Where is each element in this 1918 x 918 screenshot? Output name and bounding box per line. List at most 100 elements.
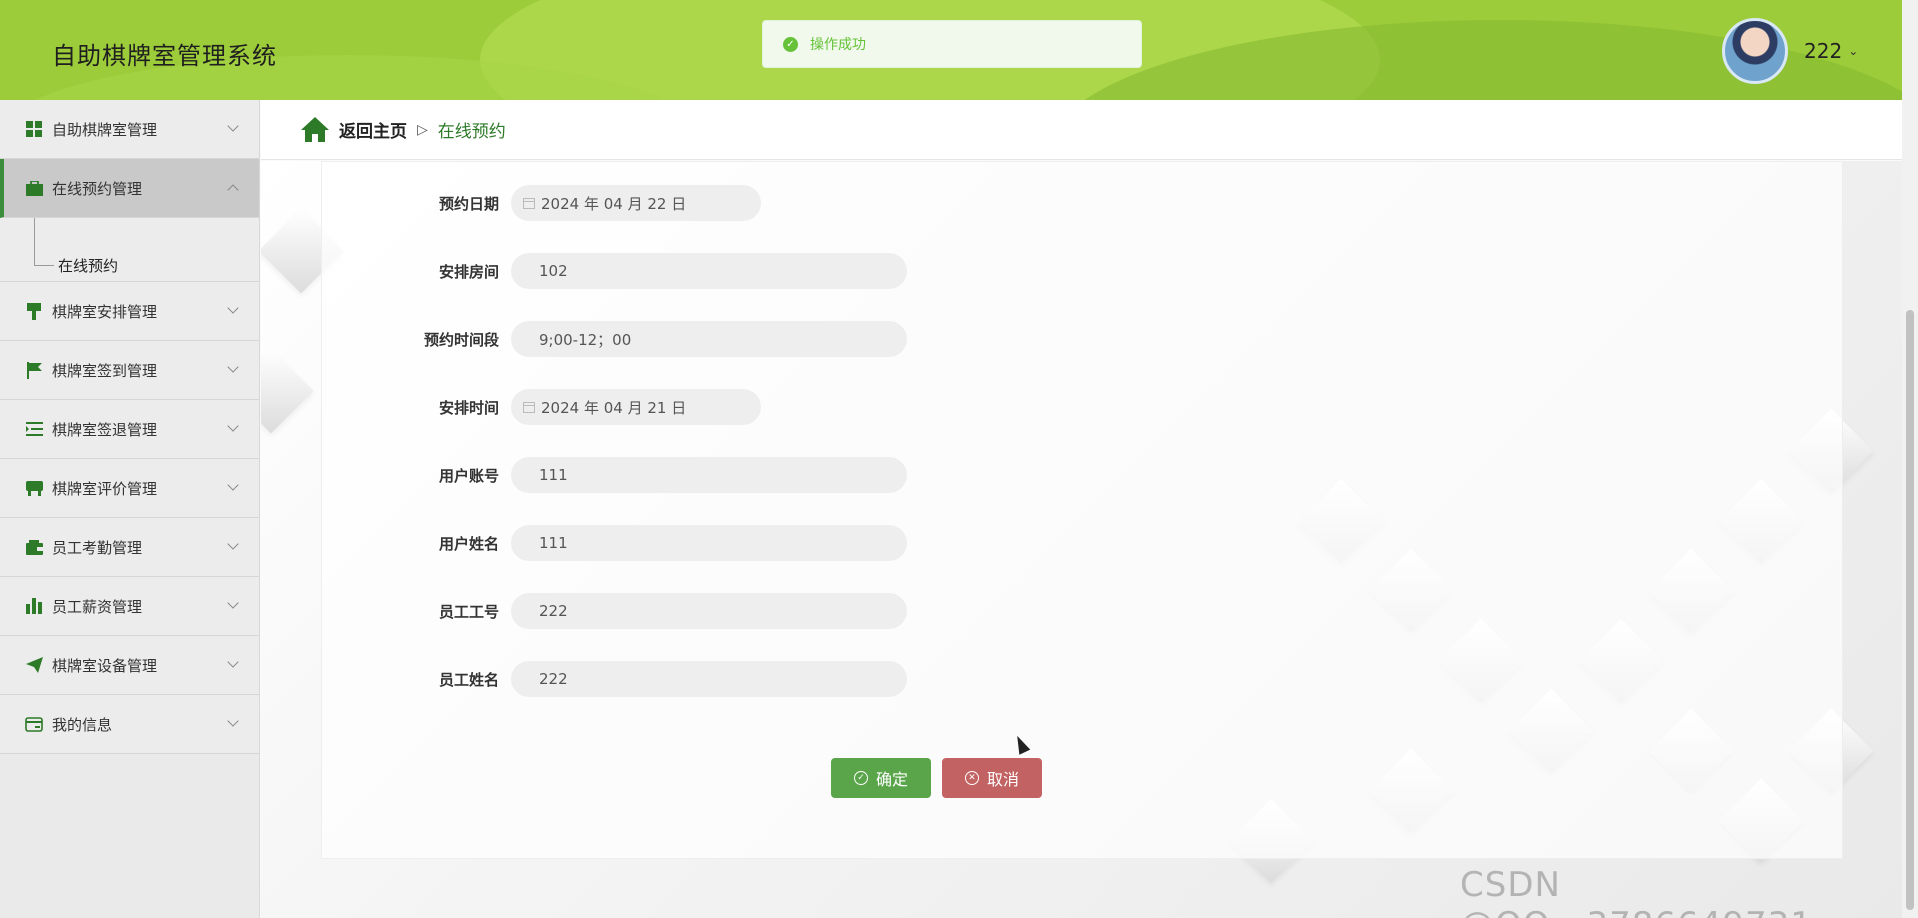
user-account-field[interactable]: 111 bbox=[511, 457, 907, 493]
grid-icon bbox=[24, 120, 44, 138]
send-icon bbox=[24, 656, 44, 674]
sidebar-item-checkout[interactable]: 棋牌室签退管理 bbox=[0, 400, 259, 459]
main-content: 预约日期 2024 年 04 月 22 日 安排房间 102 预约时间段 9;0… bbox=[261, 161, 1902, 918]
check-circle-icon: ✓ bbox=[783, 36, 798, 52]
sidebar-item-label: 员工考勤管理 bbox=[52, 538, 143, 557]
room-field[interactable]: 102 bbox=[511, 253, 907, 289]
tree-line bbox=[34, 218, 35, 266]
field-value: 111 bbox=[539, 534, 568, 552]
chevron-down-icon bbox=[227, 656, 239, 668]
sidebar-item-label: 棋牌室评价管理 bbox=[52, 479, 158, 498]
field-label: 用户账号 bbox=[438, 466, 499, 485]
close-circle-icon: ✕ bbox=[964, 771, 979, 785]
form-row: 用户姓名 111 bbox=[261, 525, 907, 561]
user-name-field[interactable]: 111 bbox=[511, 525, 907, 561]
field-label: 预约时间段 bbox=[423, 330, 499, 349]
chevron-down-icon bbox=[227, 538, 239, 550]
field-label: 安排房间 bbox=[438, 262, 499, 281]
field-label: 员工工号 bbox=[438, 602, 499, 621]
user-menu[interactable]: 222 ⌄ bbox=[1722, 18, 1858, 84]
field-label: 预约日期 bbox=[438, 194, 499, 213]
booking-date-field[interactable]: 2024 年 04 月 22 日 bbox=[511, 185, 761, 221]
chevron-down-icon bbox=[227, 715, 239, 727]
chevron-down-icon bbox=[227, 361, 239, 373]
form-row: 预约时间段 9;00-12；00 bbox=[261, 321, 907, 357]
form-row: 安排房间 102 bbox=[261, 253, 907, 289]
field-label: 安排时间 bbox=[438, 398, 499, 417]
breadcrumb-current: 在线预约 bbox=[437, 122, 506, 142]
card-icon bbox=[24, 715, 44, 733]
form-row: 员工工号 222 bbox=[261, 593, 907, 629]
sidebar-item-equipment[interactable]: 棋牌室设备管理 bbox=[0, 636, 259, 695]
top-header: 自助棋牌室管理系统 ✓ 操作成功 222 ⌄ bbox=[0, 0, 1902, 100]
calendar-icon bbox=[523, 197, 535, 209]
inbox-icon bbox=[24, 479, 44, 497]
breadcrumb-separator: ▷ bbox=[417, 121, 428, 138]
toast-message: 操作成功 bbox=[810, 37, 866, 53]
sidebar-item-checkin[interactable]: 棋牌室签到管理 bbox=[0, 341, 259, 400]
sidebar-item-label: 棋牌室设备管理 bbox=[52, 656, 158, 675]
tree-line bbox=[34, 265, 54, 266]
field-value: 9;00-12；00 bbox=[539, 330, 632, 349]
success-toast: ✓ 操作成功 bbox=[762, 20, 1142, 68]
field-label: 用户姓名 bbox=[438, 534, 499, 553]
watermark: CSDN @QQ__3786649731 bbox=[1460, 865, 1812, 918]
wallet-icon bbox=[24, 538, 44, 556]
flag-icon bbox=[24, 361, 44, 379]
chevron-down-icon bbox=[227, 479, 239, 491]
cancel-button[interactable]: ✕ 取消 bbox=[942, 758, 1042, 798]
sidebar-item-label: 自助棋牌室管理 bbox=[52, 120, 158, 139]
breadcrumb: 返回主页 ▷ 在线预约 bbox=[261, 100, 1902, 160]
sidebar-item-label: 在线预约管理 bbox=[52, 179, 143, 198]
sidebar-item-label: 棋牌室安排管理 bbox=[52, 302, 158, 321]
button-label: 确定 bbox=[875, 770, 908, 789]
field-value: 2024 年 04 月 21 日 bbox=[541, 398, 687, 417]
sidebar-item-review[interactable]: 棋牌室评价管理 bbox=[0, 459, 259, 518]
bar-chart-icon bbox=[24, 597, 44, 615]
sidebar-item-my-info[interactable]: 我的信息 bbox=[0, 695, 259, 754]
calendar-icon bbox=[523, 401, 535, 413]
field-value: 111 bbox=[539, 466, 568, 484]
submenu-online-booking[interactable]: 在线预约 bbox=[0, 218, 259, 282]
staff-id-field[interactable]: 222 bbox=[511, 593, 907, 629]
chevron-up-icon bbox=[227, 184, 239, 196]
home-icon[interactable] bbox=[301, 116, 329, 143]
sidebar-item-booking-management[interactable]: 在线预约管理 bbox=[0, 159, 259, 218]
sidebar-item-arrangement[interactable]: 棋牌室安排管理 bbox=[0, 282, 259, 341]
sidebar-item-label: 我的信息 bbox=[52, 715, 113, 734]
form-row: 用户账号 111 bbox=[261, 457, 907, 493]
brush-icon bbox=[24, 302, 44, 320]
sidebar-item-label: 员工薪资管理 bbox=[52, 597, 143, 616]
breadcrumb-home-link[interactable]: 返回主页 bbox=[339, 117, 407, 142]
username[interactable]: 222 bbox=[1804, 39, 1842, 63]
chevron-down-icon bbox=[227, 120, 239, 132]
sidebar-item-label: 棋牌室签到管理 bbox=[52, 361, 158, 380]
sidebar-item-attendance[interactable]: 员工考勤管理 bbox=[0, 518, 259, 577]
arrange-date-field[interactable]: 2024 年 04 月 21 日 bbox=[511, 389, 761, 425]
staff-name-field[interactable]: 222 bbox=[511, 661, 907, 697]
field-value: 222 bbox=[539, 670, 568, 688]
form-row: 安排时间 2024 年 04 月 21 日 bbox=[261, 389, 761, 425]
chevron-down-icon bbox=[227, 420, 239, 432]
form-row: 预约日期 2024 年 04 月 22 日 bbox=[261, 185, 761, 221]
confirm-button[interactable]: ✓ 确定 bbox=[831, 758, 931, 798]
scrollbar-thumb[interactable] bbox=[1906, 310, 1914, 910]
chevron-down-icon bbox=[227, 597, 239, 609]
avatar[interactable] bbox=[1722, 18, 1788, 84]
scrollbar[interactable] bbox=[1902, 0, 1918, 918]
sidebar: 自助棋牌室管理 在线预约管理 在线预约 棋牌室安排管理 棋牌室签到管理 棋牌室签… bbox=[0, 100, 260, 918]
sidebar-item-room-management[interactable]: 自助棋牌室管理 bbox=[0, 100, 259, 159]
check-circle-icon: ✓ bbox=[853, 771, 868, 785]
chevron-down-icon[interactable]: ⌄ bbox=[1848, 44, 1858, 58]
sidebar-item-salary[interactable]: 员工薪资管理 bbox=[0, 577, 259, 636]
time-slot-field[interactable]: 9;00-12；00 bbox=[511, 321, 907, 357]
app-title: 自助棋牌室管理系统 bbox=[52, 42, 277, 70]
field-value: 102 bbox=[539, 262, 568, 280]
field-value: 2024 年 04 月 22 日 bbox=[541, 194, 687, 213]
submenu-item-label[interactable]: 在线预约 bbox=[58, 255, 118, 276]
chevron-down-icon bbox=[227, 302, 239, 314]
sidebar-item-label: 棋牌室签退管理 bbox=[52, 420, 158, 439]
button-label: 取消 bbox=[986, 770, 1019, 789]
field-value: 222 bbox=[539, 602, 568, 620]
briefcase-icon bbox=[24, 179, 44, 197]
